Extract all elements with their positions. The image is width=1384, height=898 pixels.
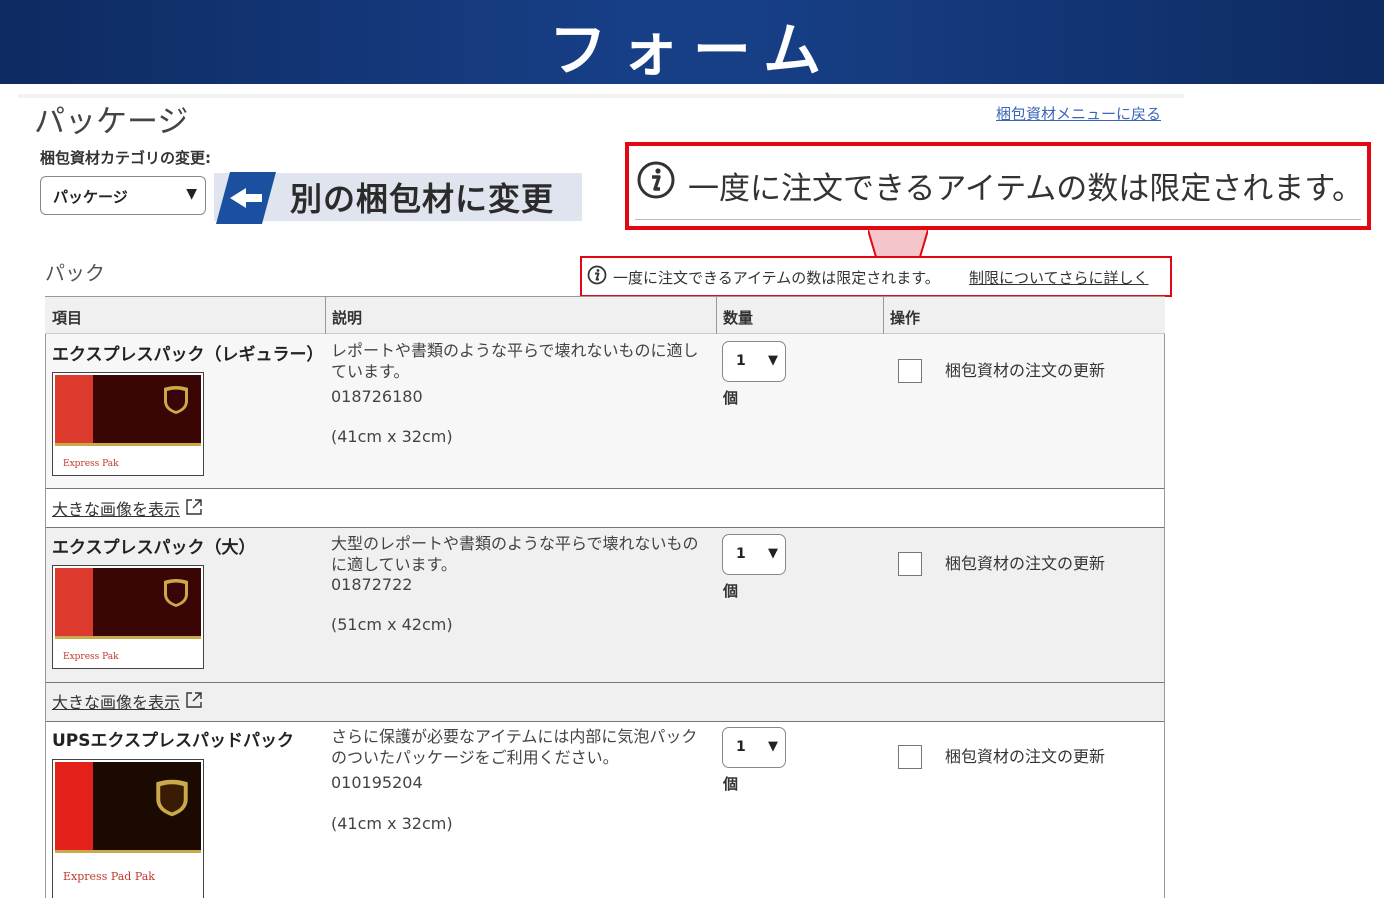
info-icon xyxy=(587,265,607,285)
limits-learn-more-link[interactable]: 制限についてさらに詳しく xyxy=(969,267,1149,288)
item-description: 大型のレポートや書類のような平らで壊れないものに適しています。 xyxy=(331,534,699,574)
header-item: 項目 xyxy=(52,309,83,327)
header-description: 説明 xyxy=(332,309,363,327)
ups-logo-icon xyxy=(156,779,188,817)
product-image-label: Express Pak xyxy=(63,459,119,469)
quantity-select[interactable]: 1 ▼ xyxy=(722,341,786,382)
view-larger-image-link[interactable]: 大きな画像を表示 xyxy=(52,689,180,713)
dropdown-arrow-icon: ▼ xyxy=(768,546,778,561)
update-order-label: 梱包資材の注文の更新 xyxy=(945,747,1106,766)
update-order-checkbox[interactable] xyxy=(898,359,922,383)
header-quantity: 数量 xyxy=(723,309,754,327)
product-image-label: Express Pad Pak xyxy=(63,870,155,883)
external-link-icon xyxy=(186,499,202,515)
product-image: Express Pak xyxy=(52,372,204,476)
back-to-menu-link[interactable]: 梱包資材メニューに戻る xyxy=(996,103,1161,124)
quantity-value: 1 xyxy=(736,739,746,755)
change-callout-text: 別の梱包材に変更 xyxy=(290,180,555,218)
dropdown-arrow-icon: ▼ xyxy=(768,739,778,754)
header-action: 操作 xyxy=(890,309,921,327)
item-size: (41cm x 32cm) xyxy=(331,427,453,446)
category-label: 梱包資材カテゴリの変更: xyxy=(40,149,211,167)
category-select[interactable]: パッケージ ▼ xyxy=(40,176,206,215)
item-size: (51cm x 42cm) xyxy=(331,615,453,634)
quantity-select[interactable]: 1 ▼ xyxy=(722,534,786,575)
item-description: さらに保護が必要なアイテムには内部に気泡パックのついたパッケージをご利用ください… xyxy=(331,727,698,767)
quantity-unit: 個 xyxy=(723,389,739,407)
item-name: UPSエクスプレスパッドパック xyxy=(52,731,294,751)
external-link-icon xyxy=(186,692,202,708)
page-title: パッケージ xyxy=(34,104,189,140)
update-order-checkbox[interactable] xyxy=(898,552,922,576)
ups-logo-icon xyxy=(164,579,188,607)
item-description: レポートや書類のような平らで壊れないものに適しています。 xyxy=(331,341,699,381)
item-size: (41cm x 32cm) xyxy=(331,814,453,833)
item-code: 01872722 xyxy=(331,575,413,594)
banner: フォーム xyxy=(0,0,1384,84)
quantity-value: 1 xyxy=(736,353,746,369)
item-name: エクスプレスパック（大） xyxy=(52,538,256,558)
quantity-unit: 個 xyxy=(723,582,739,600)
section-label: パック xyxy=(45,261,105,285)
quantity-value: 1 xyxy=(736,546,746,562)
quantity-unit: 個 xyxy=(723,775,739,793)
view-larger-row xyxy=(46,683,1164,721)
item-code: 010195204 xyxy=(331,773,423,792)
quantity-select[interactable]: 1 ▼ xyxy=(722,727,786,768)
product-image: Express Pad Pak xyxy=(52,759,204,898)
item-code: 018726180 xyxy=(331,387,423,406)
update-order-label: 梱包資材の注文の更新 xyxy=(945,361,1106,380)
order-limit-notice-text: 一度に注文できるアイテムの数は限定されます。 xyxy=(613,269,940,287)
update-order-label: 梱包資材の注文の更新 xyxy=(945,554,1106,573)
product-image: Express Pak xyxy=(52,565,204,669)
callout-connector xyxy=(868,230,928,257)
dropdown-arrow-icon: ▼ xyxy=(186,186,197,202)
ups-logo-icon xyxy=(164,386,188,414)
product-image-label: Express Pak xyxy=(63,652,119,662)
dropdown-arrow-icon: ▼ xyxy=(768,353,778,368)
enlarged-notice-text: 一度に注文できるアイテムの数は限定されます。 xyxy=(688,171,1364,207)
item-name: エクスプレスパック（レギュラー） xyxy=(52,345,324,365)
arrow-left-icon xyxy=(216,172,276,224)
info-icon xyxy=(637,161,675,199)
table-header xyxy=(45,296,1165,334)
view-larger-image-link[interactable]: 大きな画像を表示 xyxy=(52,496,180,520)
category-select-value: パッケージ xyxy=(53,188,128,206)
page-top-strip xyxy=(18,94,1184,98)
view-larger-row xyxy=(46,489,1164,527)
update-order-checkbox[interactable] xyxy=(898,745,922,769)
banner-title: フォーム xyxy=(548,16,836,84)
